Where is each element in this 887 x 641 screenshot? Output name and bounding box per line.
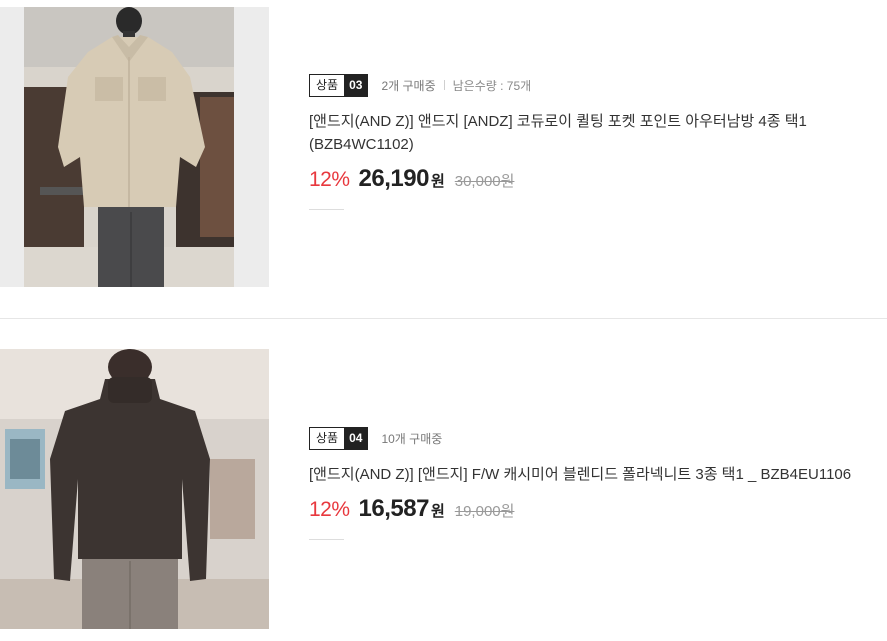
badge-number: 03 bbox=[344, 74, 368, 96]
discount-rate: 12% bbox=[309, 498, 350, 521]
product-title-link[interactable]: [앤드지(AND Z)] 앤드지 [ANDZ] 코듀로이 퀼팅 포켓 포인트 아… bbox=[309, 110, 875, 156]
product-title-link[interactable]: [앤드지(AND Z)] [앤드지] F/W 캐시미어 블렌디드 폴라넥니트 3… bbox=[309, 463, 887, 486]
purchase-count: 10개 구매중 bbox=[381, 431, 443, 446]
product-info: 상품 04 10개 구매중 [앤드지(AND Z)] [앤드지] F/W 캐시미… bbox=[309, 426, 879, 540]
product-badge: 상품 03 bbox=[309, 73, 369, 97]
product-photo bbox=[0, 349, 269, 629]
divider bbox=[309, 539, 344, 540]
product-photo bbox=[0, 7, 269, 287]
original-price: 30,000원 bbox=[454, 173, 515, 190]
price-row: 12% 16,587 원 19,000원 bbox=[309, 495, 879, 523]
remaining-quantity: 남은수량 : 75개 bbox=[452, 78, 532, 93]
discount-rate: 12% bbox=[309, 168, 350, 191]
product-image[interactable] bbox=[0, 349, 269, 629]
sale-price: 26,190 bbox=[358, 165, 430, 192]
original-price: 19,000원 bbox=[454, 503, 515, 520]
badge-number: 04 bbox=[344, 427, 368, 449]
product-info: 상품 03 2개 구매중 남은수량 : 75개 [앤드지(AND Z)] 앤드지… bbox=[309, 73, 879, 210]
product-card: 상품 03 2개 구매중 남은수량 : 75개 [앤드지(AND Z)] 앤드지… bbox=[0, 0, 887, 318]
currency-unit: 원 bbox=[430, 173, 445, 190]
purchase-count: 2개 구매중 bbox=[381, 78, 436, 93]
product-card: 상품 04 10개 구매중 [앤드지(AND Z)] [앤드지] F/W 캐시미… bbox=[0, 318, 887, 641]
price-row: 12% 26,190 원 30,000원 bbox=[309, 165, 879, 193]
divider bbox=[309, 209, 344, 210]
badge-label: 상품 bbox=[310, 427, 345, 449]
sale-price: 16,587 bbox=[358, 495, 430, 522]
product-meta: 상품 04 10개 구매중 bbox=[309, 426, 879, 450]
currency-unit: 원 bbox=[430, 503, 445, 520]
product-image[interactable] bbox=[0, 7, 269, 287]
badge-label: 상품 bbox=[310, 74, 345, 96]
meta-divider bbox=[443, 80, 445, 90]
product-meta: 상품 03 2개 구매중 남은수량 : 75개 bbox=[309, 73, 879, 97]
product-badge: 상품 04 bbox=[309, 426, 369, 450]
